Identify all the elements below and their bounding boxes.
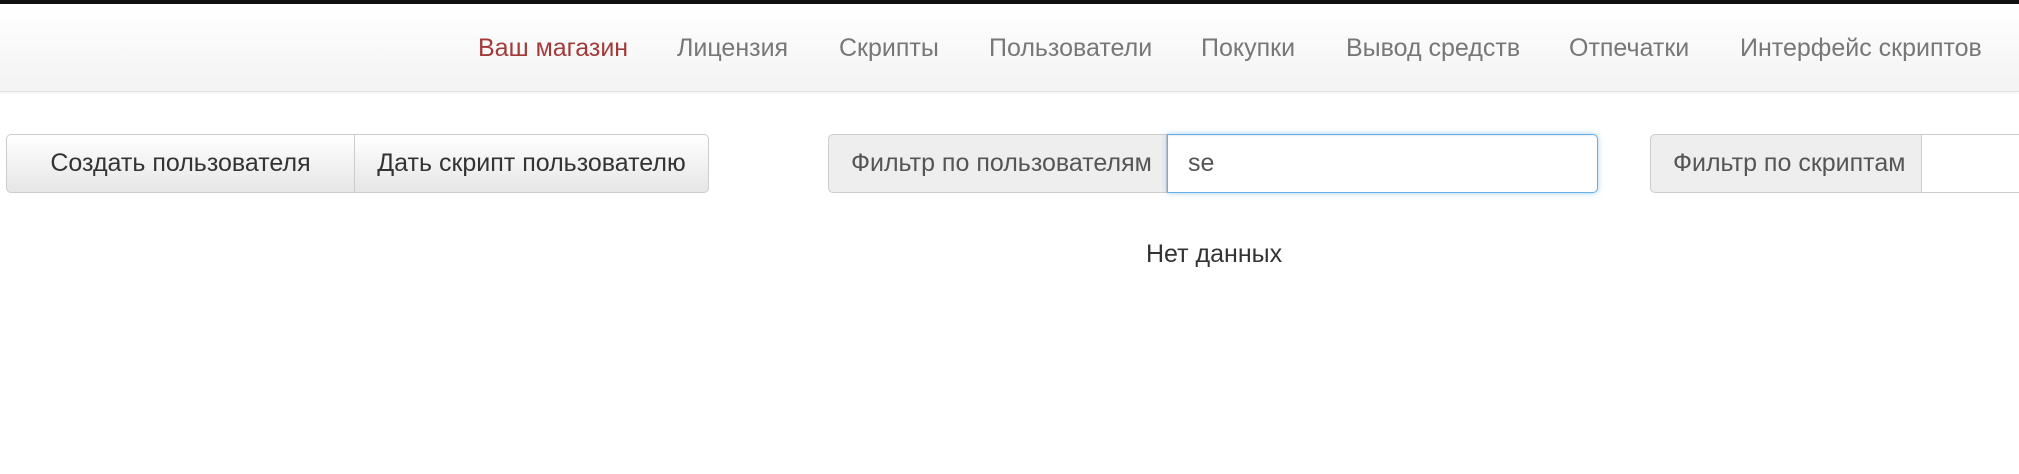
user-actions-group: Создать пользователя Дать скрипт пользов… xyxy=(6,134,709,193)
nav-item-withdrawal[interactable]: Вывод средств xyxy=(1346,4,1520,92)
script-filter-label: Фильтр по скриптам xyxy=(1650,134,1922,193)
nav-item-purchases[interactable]: Покупки xyxy=(1201,4,1295,92)
nav-item-license[interactable]: Лицензия xyxy=(677,4,788,92)
nav-item-users[interactable]: Пользователи xyxy=(989,4,1152,92)
user-filter-group: Фильтр по пользователям xyxy=(828,134,1598,193)
nav-item-scripts[interactable]: Скрипты xyxy=(839,4,939,92)
create-user-button[interactable]: Создать пользователя xyxy=(6,134,355,193)
nav-item-your-shop[interactable]: Ваш магазин xyxy=(478,4,628,92)
script-filter-input[interactable] xyxy=(1922,134,2019,193)
no-data-label: Нет данных xyxy=(1146,240,1283,268)
give-script-button[interactable]: Дать скрипт пользователю xyxy=(355,134,709,193)
user-filter-input[interactable] xyxy=(1167,134,1598,193)
nav-item-fingerprints[interactable]: Отпечатки xyxy=(1569,4,1689,92)
user-filter-label: Фильтр по пользователям xyxy=(828,134,1167,193)
nav-item-script-interface[interactable]: Интерфейс скриптов xyxy=(1740,4,1982,92)
script-filter-group: Фильтр по скриптам xyxy=(1650,134,2019,193)
top-navbar: Ваш магазин Лицензия Скрипты Пользовател… xyxy=(0,4,2019,92)
